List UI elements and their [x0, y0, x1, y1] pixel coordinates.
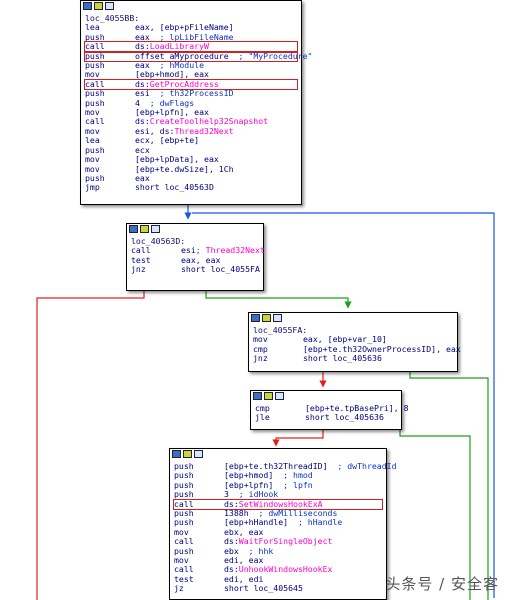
code-line[interactable]: jnz short loc_4055FA: [131, 264, 260, 275]
code-block-setwindowshook[interactable]: push [ebp+te.th32ThreadID] ; dwThreadId pu…: [169, 448, 397, 600]
graph-icon: [83, 2, 92, 10]
code-line[interactable]: jnz short loc_405636: [253, 353, 453, 364]
graph-icon: [129, 225, 138, 233]
code-line[interactable]: push ebx ; hhk: [174, 546, 382, 556]
mnemonic: jmp: [85, 182, 100, 193]
mnemonic: jnz: [131, 264, 146, 275]
edge-loc405636-1: [409, 370, 489, 600]
comment: ; lpfn: [283, 479, 313, 490]
mnemonic: jnz: [253, 353, 268, 364]
comment: ; "MyProcedure": [238, 50, 313, 61]
code-line[interactable]: jz short loc_405645: [174, 583, 382, 594]
pencil-icon: [140, 225, 149, 233]
comment: ; dwThreadId: [337, 461, 397, 471]
edge-jnz-true: [205, 289, 352, 309]
code-line[interactable]: push [ebp+hHandle] ; hHandle: [174, 517, 382, 528]
pencil-icon: [183, 450, 192, 458]
operand: short loc_40563D: [135, 182, 214, 193]
block-code: loc_4055FA: mov eax, [ebp+var_10] cmp [ebp+t…: [249, 324, 461, 367]
window-icon: [194, 450, 203, 458]
window-icon: [275, 392, 284, 400]
code-block-loc_4055BB[interactable]: loc_4055BB: lea eax, [ebp+pFileName] push ea…: [80, 0, 312, 205]
pencil-icon: [262, 314, 271, 322]
edge-to-hook-block: [272, 428, 324, 447]
code-line[interactable]: lea ecx, [ebp+te]: [85, 135, 297, 145]
comment: ; hHandle: [297, 517, 343, 528]
block-header-icons: [170, 449, 386, 460]
watermark: 头条号 / 安全客: [385, 575, 499, 593]
window-icon: [105, 2, 114, 10]
pencil-icon: [94, 2, 103, 10]
block-code: loc_40563D: call esi; Thread32Next test eax,…: [127, 235, 265, 278]
block-header-icons: [251, 391, 401, 402]
graph-icon: [253, 392, 262, 400]
graph-icon: [251, 314, 260, 322]
operand: short loc_405636: [305, 412, 384, 423]
code-line[interactable]: call ds:WaitForSingleObject: [174, 536, 382, 546]
edge-jnz-false: [36, 289, 145, 600]
mnemonic: jle: [255, 412, 270, 423]
code-block-tpbasepri[interactable]: cmp [ebp+te.tpBasePri], 8 jle short loc_405…: [250, 390, 409, 430]
code-block-loc_4055FA[interactable]: loc_4055FA: mov eax, [ebp+var_10] cmp [ebp+t…: [248, 312, 461, 372]
operand: short loc_405645: [224, 583, 303, 594]
graph-icon: [172, 450, 181, 458]
block-code: loc_4055BB: lea eax, [ebp+pFileName] push ea…: [81, 12, 312, 196]
block-code: cmp [ebp+te.tpBasePri], 8 jle short loc_405…: [251, 402, 409, 426]
code-line[interactable]: jle short loc_405636: [255, 412, 397, 423]
code-line[interactable]: call ds:UnhookWindowsHookEx: [174, 565, 382, 575]
block-header-icons: [127, 224, 263, 235]
pencil-icon: [264, 392, 273, 400]
block-header-icons: [81, 1, 301, 12]
operand: short loc_405636: [303, 353, 382, 364]
code-line[interactable]: mov [ebp+te.dwSize], 1Ch: [85, 164, 297, 174]
operand: short loc_4055FA: [181, 264, 260, 275]
code-block-loc_40563D[interactable]: loc_40563D: call esi; Thread32Next test eax,…: [126, 223, 265, 291]
mnemonic: jz: [174, 583, 184, 594]
window-icon: [273, 314, 282, 322]
window-icon: [151, 225, 160, 233]
code-line[interactable]: jmp short loc_40563D: [85, 182, 297, 193]
block-code: push [ebp+te.th32ThreadID] ; dwThreadId pu…: [170, 460, 397, 597]
block-header-icons: [249, 313, 457, 324]
